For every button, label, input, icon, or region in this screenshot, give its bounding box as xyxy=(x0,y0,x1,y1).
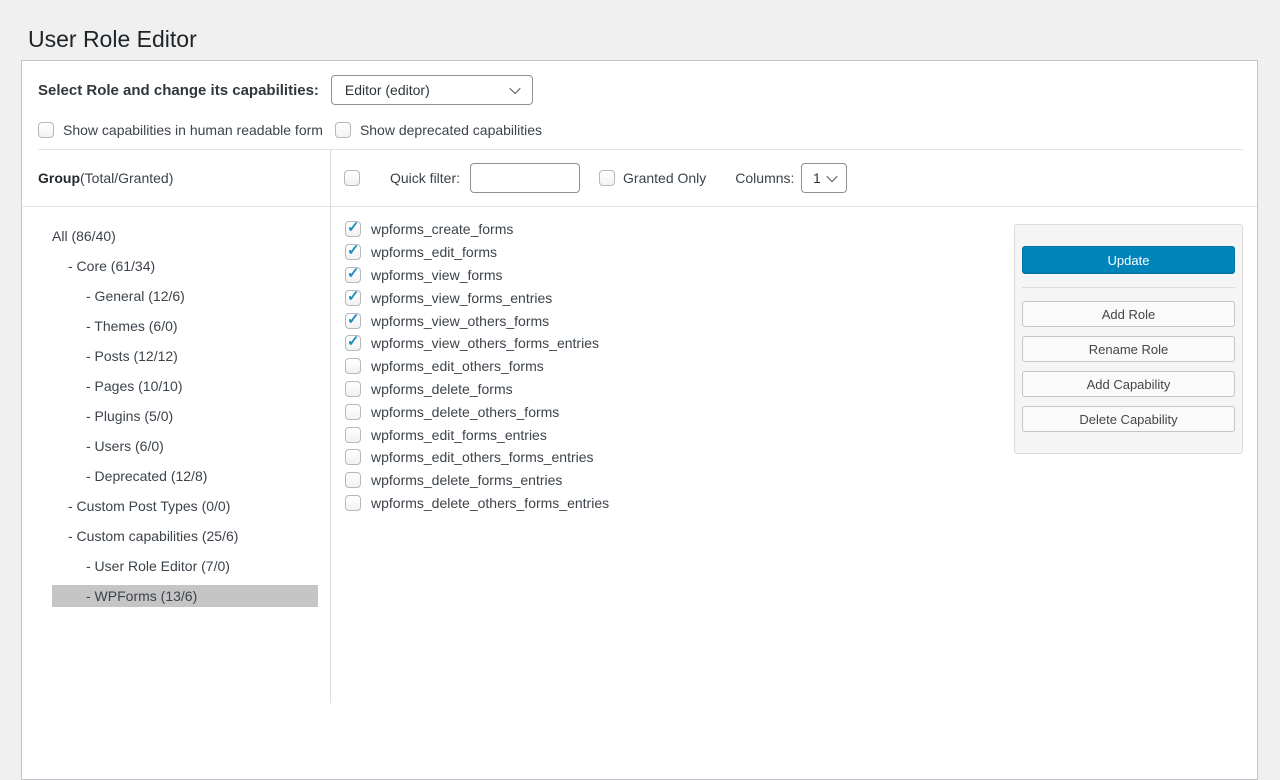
capability-label: wpforms_view_forms_entries xyxy=(371,290,552,306)
capability-checkbox[interactable] xyxy=(345,313,361,329)
actions-panel: Update Add Role Rename Role Add Capabili… xyxy=(1014,224,1243,454)
columns-label: Columns: xyxy=(735,170,794,186)
groups-header-title: Group xyxy=(38,170,80,186)
group-tree-item[interactable]: - Deprecated (12/8) xyxy=(52,465,318,487)
group-tree-item[interactable]: - Custom Post Types (0/0) xyxy=(52,495,318,517)
human-readable-label[interactable]: Show capabilities in human readable form xyxy=(63,122,323,138)
show-deprecated-label[interactable]: Show deprecated capabilities xyxy=(360,122,542,138)
group-tree-item[interactable]: All (86/40) xyxy=(52,225,318,247)
capability-checkbox[interactable] xyxy=(345,244,361,260)
capability-checkbox[interactable] xyxy=(345,221,361,237)
select-role-label: Select Role and change its capabilities: xyxy=(38,82,319,99)
divider xyxy=(1022,287,1235,288)
group-tree-item[interactable]: - Core (61/34) xyxy=(52,255,318,277)
granted-only-label[interactable]: Granted Only xyxy=(623,170,706,186)
role-select[interactable]: Editor (editor) xyxy=(331,75,533,105)
group-tree-item[interactable]: - Custom capabilities (25/6) xyxy=(52,525,318,547)
rename-role-button[interactable]: Rename Role xyxy=(1022,336,1235,362)
group-tree-item[interactable]: - Posts (12/12) xyxy=(52,345,318,367)
capability-checkbox[interactable] xyxy=(345,449,361,465)
user-role-editor-panel: Select Role and change its capabilities:… xyxy=(21,60,1258,780)
top-section: Select Role and change its capabilities:… xyxy=(22,61,1257,138)
group-tree-item[interactable]: - Themes (6/0) xyxy=(52,315,318,337)
human-readable-checkbox[interactable] xyxy=(38,122,54,138)
add-role-button[interactable]: Add Role xyxy=(1022,301,1235,327)
group-tree-item[interactable]: - Plugins (5/0) xyxy=(52,405,318,427)
capabilities-area: wpforms_create_forms wpforms_edit_formswp… xyxy=(331,207,1257,703)
chevron-down-icon xyxy=(826,171,837,182)
capability-label: wpforms_delete_others_forms xyxy=(371,404,559,420)
group-tree-item[interactable]: - Users (6/0) xyxy=(52,435,318,457)
capability-checkbox[interactable] xyxy=(345,381,361,397)
capability-label: wpforms_edit_forms xyxy=(371,244,497,260)
capability-label: wpforms_edit_forms_entries xyxy=(371,427,547,443)
groups-header-subtitle: (Total/Granted) xyxy=(80,170,173,186)
capability-checkbox[interactable] xyxy=(345,404,361,420)
columns-select[interactable]: 1 xyxy=(801,163,847,193)
group-tree-item[interactable]: - General (12/6) xyxy=(52,285,318,307)
select-all-checkbox[interactable] xyxy=(344,170,360,186)
group-tree: All (86/40) - Core (61/34) - General (12/6… xyxy=(22,207,330,607)
show-deprecated-checkbox[interactable] xyxy=(335,122,351,138)
filter-bar: Quick filter: Granted Only Columns: 1 xyxy=(331,150,1257,207)
capability-checkbox[interactable] xyxy=(345,335,361,351)
capability-row: wpforms_delete_others_forms_entries xyxy=(345,492,1257,515)
update-button[interactable]: Update xyxy=(1022,246,1235,274)
groups-column: Group (Total/Granted) All (86/40) - Core … xyxy=(22,150,331,703)
capability-label: wpforms_create_forms xyxy=(371,221,513,237)
group-tree-item[interactable]: - User Role Editor (7/0) xyxy=(52,555,318,577)
delete-capability-button[interactable]: Delete Capability xyxy=(1022,406,1235,432)
capability-label: wpforms_view_others_forms_entries xyxy=(371,335,599,351)
groups-header: Group (Total/Granted) xyxy=(22,150,330,207)
capability-row: wpforms_delete_forms_entries xyxy=(345,469,1257,492)
capability-checkbox[interactable] xyxy=(345,495,361,511)
granted-only-checkbox[interactable] xyxy=(599,170,615,186)
columns-select-value: 1 xyxy=(813,170,821,186)
page-title: User Role Editor xyxy=(0,0,1280,54)
group-tree-item[interactable]: - Pages (10/10) xyxy=(52,375,318,397)
capability-label: wpforms_view_others_forms xyxy=(371,313,549,329)
quick-filter-input[interactable] xyxy=(470,163,580,193)
capability-checkbox[interactable] xyxy=(345,267,361,283)
capability-label: wpforms_delete_forms xyxy=(371,381,513,397)
quick-filter-label: Quick filter: xyxy=(390,170,460,186)
group-tree-item[interactable]: - WPForms (13/6) xyxy=(52,585,318,607)
capabilities-column: Quick filter: Granted Only Columns: 1 wp… xyxy=(331,150,1257,703)
chevron-down-icon xyxy=(509,83,520,94)
capability-label: wpforms_delete_others_forms_entries xyxy=(371,495,609,511)
capability-checkbox[interactable] xyxy=(345,290,361,306)
capability-label: wpforms_view_forms xyxy=(371,267,502,283)
capability-label: wpforms_edit_others_forms_entries xyxy=(371,449,594,465)
add-capability-button[interactable]: Add Capability xyxy=(1022,371,1235,397)
capability-label: wpforms_edit_others_forms xyxy=(371,358,544,374)
capability-label: wpforms_delete_forms_entries xyxy=(371,472,562,488)
capability-checkbox[interactable] xyxy=(345,358,361,374)
capability-checkbox[interactable] xyxy=(345,472,361,488)
role-select-value: Editor (editor) xyxy=(345,82,430,98)
capability-checkbox[interactable] xyxy=(345,427,361,443)
